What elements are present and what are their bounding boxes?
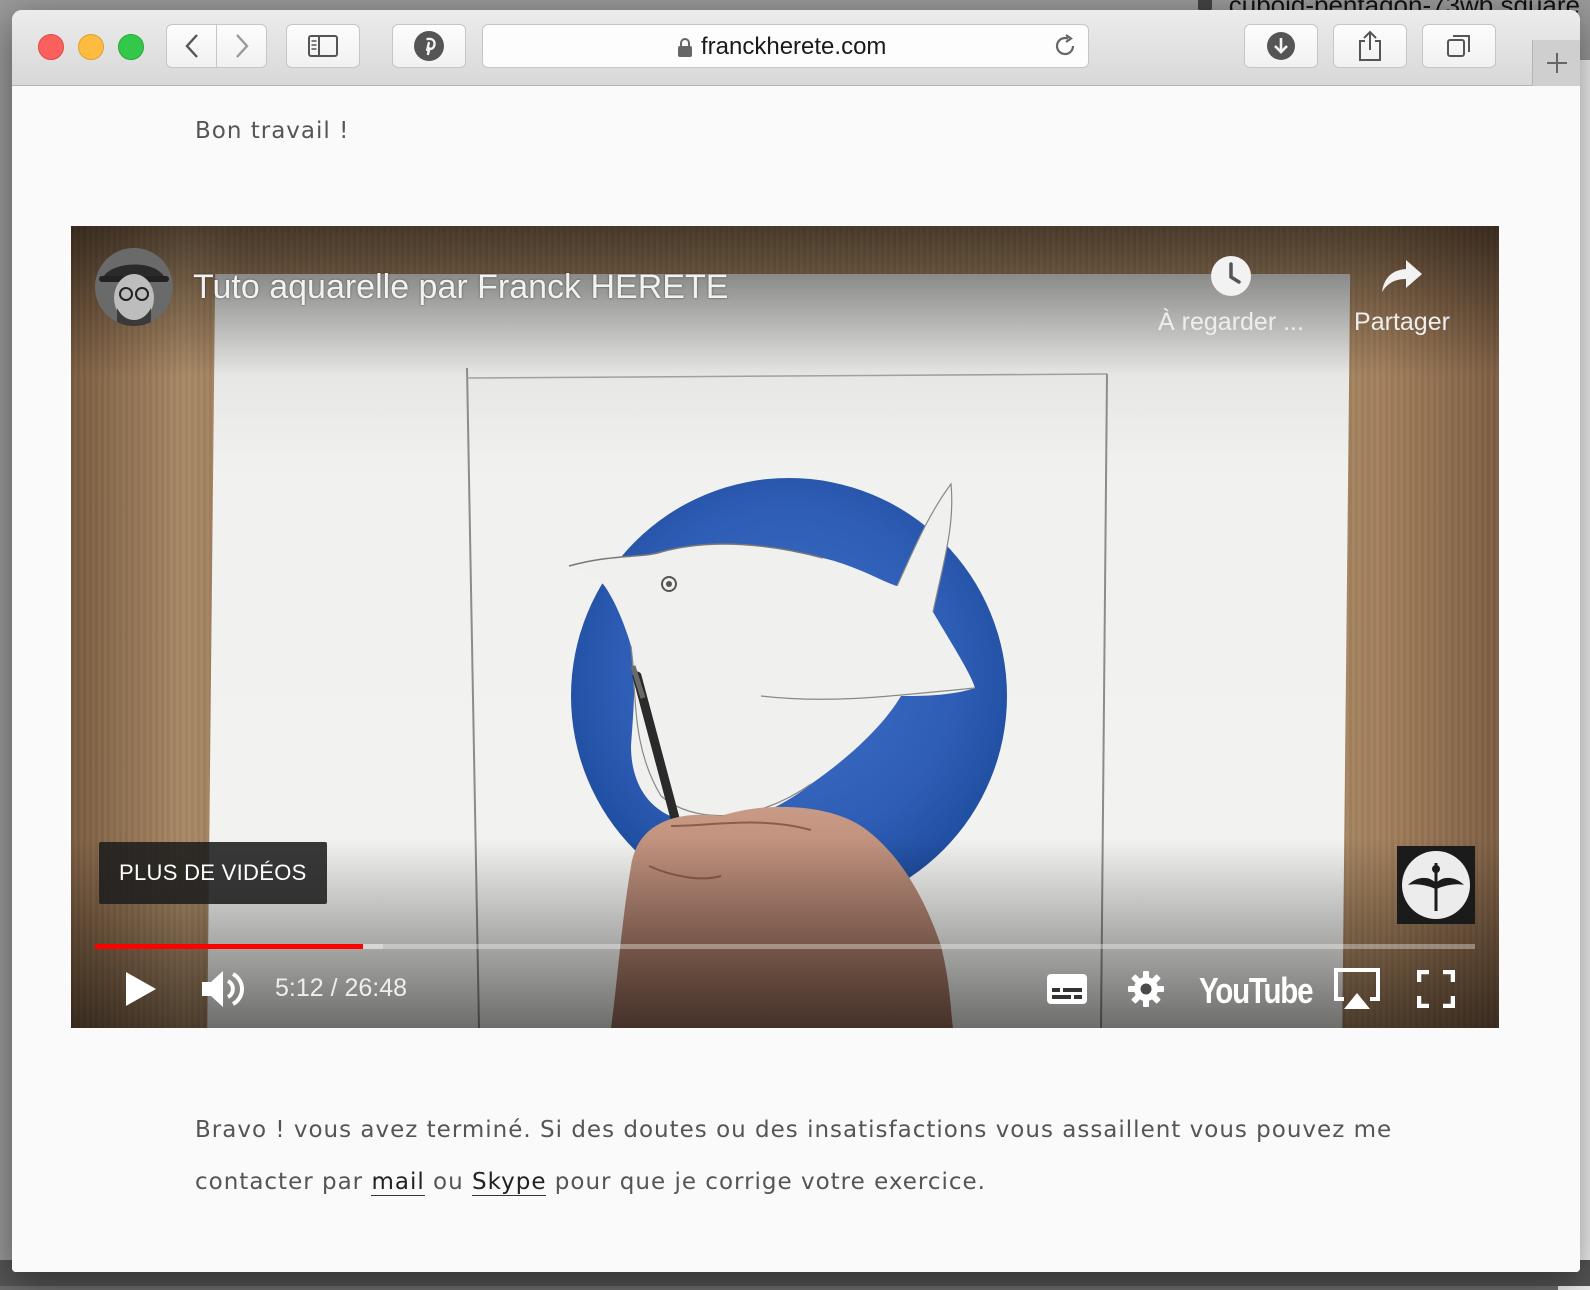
- share-icon: [1359, 30, 1381, 61]
- settings-gear-icon: [1128, 971, 1164, 1007]
- watch-later-label: À regarder ...: [1158, 308, 1304, 336]
- chevron-right-icon: [235, 34, 249, 58]
- browser-window: franckherete.com Bon travail ! Tuto aqua…: [12, 10, 1580, 1272]
- outro-text-end: pour que je corrige votre exercice.: [546, 1169, 986, 1195]
- mail-link[interactable]: mail: [371, 1169, 425, 1196]
- outro-text-or: ou: [424, 1169, 473, 1195]
- fullscreen-button[interactable]: [1411, 964, 1461, 1014]
- sidebar-toggle-button[interactable]: [286, 24, 360, 68]
- reload-icon[interactable]: [1052, 33, 1078, 59]
- share-video-button[interactable]: Partager: [1341, 254, 1463, 337]
- youtube-logo-button[interactable]: YouTube: [1199, 970, 1314, 1012]
- pinterest-extension-button[interactable]: [392, 24, 466, 68]
- subtitles-button[interactable]: [1041, 964, 1093, 1014]
- video-progress-bar[interactable]: [95, 944, 1475, 949]
- new-tab-button[interactable]: [1532, 40, 1580, 86]
- share-label: Partager: [1354, 308, 1450, 336]
- tabs-overview-button[interactable]: [1422, 24, 1496, 68]
- airplay-button[interactable]: [1329, 964, 1385, 1014]
- channel-avatar[interactable]: [95, 248, 173, 326]
- navigation-buttons: [166, 24, 267, 68]
- clock-icon: [1211, 256, 1251, 296]
- toolbar: franckherete.com: [12, 10, 1580, 86]
- tabs-icon: [1447, 35, 1470, 57]
- share-button[interactable]: [1333, 24, 1407, 68]
- video-time: 5:12 / 26:48: [275, 974, 408, 1002]
- background-lock-icon: [1198, 0, 1212, 10]
- fullscreen-icon: [1417, 970, 1455, 1008]
- maximize-window-button[interactable]: [118, 34, 144, 60]
- subtitles-icon: [1047, 974, 1087, 1004]
- forward-button[interactable]: [216, 25, 266, 67]
- downloads-button[interactable]: [1244, 24, 1318, 68]
- back-button[interactable]: [167, 25, 216, 67]
- address-bar[interactable]: franckherete.com: [482, 24, 1089, 68]
- plus-icon: [1546, 53, 1567, 73]
- volume-button[interactable]: [197, 964, 249, 1014]
- lock-icon: [678, 38, 692, 57]
- channel-brand-logo[interactable]: [1397, 846, 1475, 924]
- download-icon: [1267, 32, 1295, 60]
- winged-emblem-icon: [1402, 851, 1470, 919]
- chevron-left-icon: [184, 34, 198, 58]
- close-window-button[interactable]: [38, 34, 64, 60]
- play-icon: [126, 972, 156, 1006]
- minimize-window-button[interactable]: [78, 34, 104, 60]
- play-button[interactable]: [117, 964, 165, 1014]
- pinterest-icon: [414, 31, 444, 61]
- video-played-bar: [95, 944, 363, 949]
- airplay-icon: [1334, 968, 1380, 1009]
- volume-icon: [202, 971, 244, 1007]
- sidebar-icon: [308, 35, 338, 57]
- youtube-embed[interactable]: Tuto aquarelle par Franck HERETE À regar…: [71, 226, 1499, 1028]
- page-content: Bon travail ! Tuto aquarelle par Franck …: [12, 86, 1580, 1272]
- more-videos-button[interactable]: PLUS DE VIDÉOS: [99, 842, 327, 904]
- url-text: franckherete.com: [701, 33, 887, 60]
- outro-paragraph: Bravo ! vous avez terminé. Si des doutes…: [195, 1104, 1415, 1208]
- settings-button[interactable]: [1121, 964, 1171, 1014]
- channel-avatar-portrait: [95, 248, 173, 326]
- video-title[interactable]: Tuto aquarelle par Franck HERETE: [193, 268, 728, 307]
- skype-link[interactable]: Skype: [472, 1169, 547, 1196]
- share-arrow-icon: [1382, 260, 1422, 292]
- intro-text: Bon travail !: [195, 118, 350, 144]
- watch-later-button[interactable]: À regarder ...: [1149, 254, 1313, 337]
